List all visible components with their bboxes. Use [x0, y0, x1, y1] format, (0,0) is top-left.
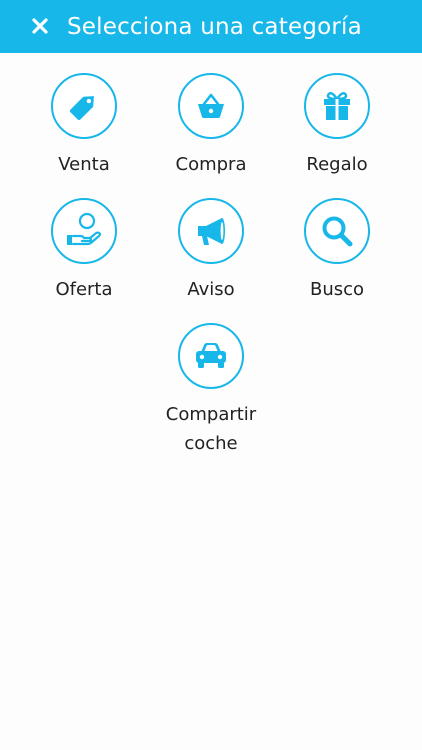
category-icon-circle — [51, 73, 117, 139]
close-button[interactable] — [26, 12, 54, 40]
category-label: Regalo — [306, 154, 368, 175]
category-oferta[interactable]: Oferta — [24, 198, 144, 304]
category-icon-circle — [304, 198, 370, 264]
category-icon-circle — [304, 73, 370, 139]
category-icon-circle — [178, 73, 244, 139]
category-label: Busco — [309, 279, 365, 300]
category-label: Compartir coche — [165, 404, 257, 454]
close-icon — [32, 18, 48, 34]
car-icon — [196, 343, 226, 368]
category-compartir-coche[interactable]: Compartir coche — [151, 323, 271, 458]
category-label: Aviso — [187, 279, 235, 300]
gift-icon — [324, 92, 350, 120]
category-venta[interactable]: Venta — [24, 73, 144, 179]
category-regalo[interactable]: Regalo — [277, 73, 397, 179]
category-aviso[interactable]: Aviso — [151, 198, 271, 304]
category-busco[interactable]: Busco — [277, 198, 397, 304]
category-label: Compra — [175, 154, 247, 175]
category-icon-circle — [178, 323, 244, 389]
category-icon-circle — [178, 198, 244, 264]
category-compra[interactable]: Compra — [151, 73, 271, 179]
shopping-basket-icon — [198, 93, 224, 118]
search-icon — [322, 216, 353, 247]
category-icon-circle — [51, 198, 117, 264]
category-label: Oferta — [55, 279, 113, 300]
app-header: Selecciona una categoría — [0, 0, 422, 53]
category-label: Venta — [58, 154, 110, 175]
price-tag-icon — [69, 96, 94, 121]
page-title: Selecciona una categoría — [67, 14, 362, 40]
megaphone-icon — [198, 218, 225, 245]
offer-hand-icon — [67, 212, 102, 246]
